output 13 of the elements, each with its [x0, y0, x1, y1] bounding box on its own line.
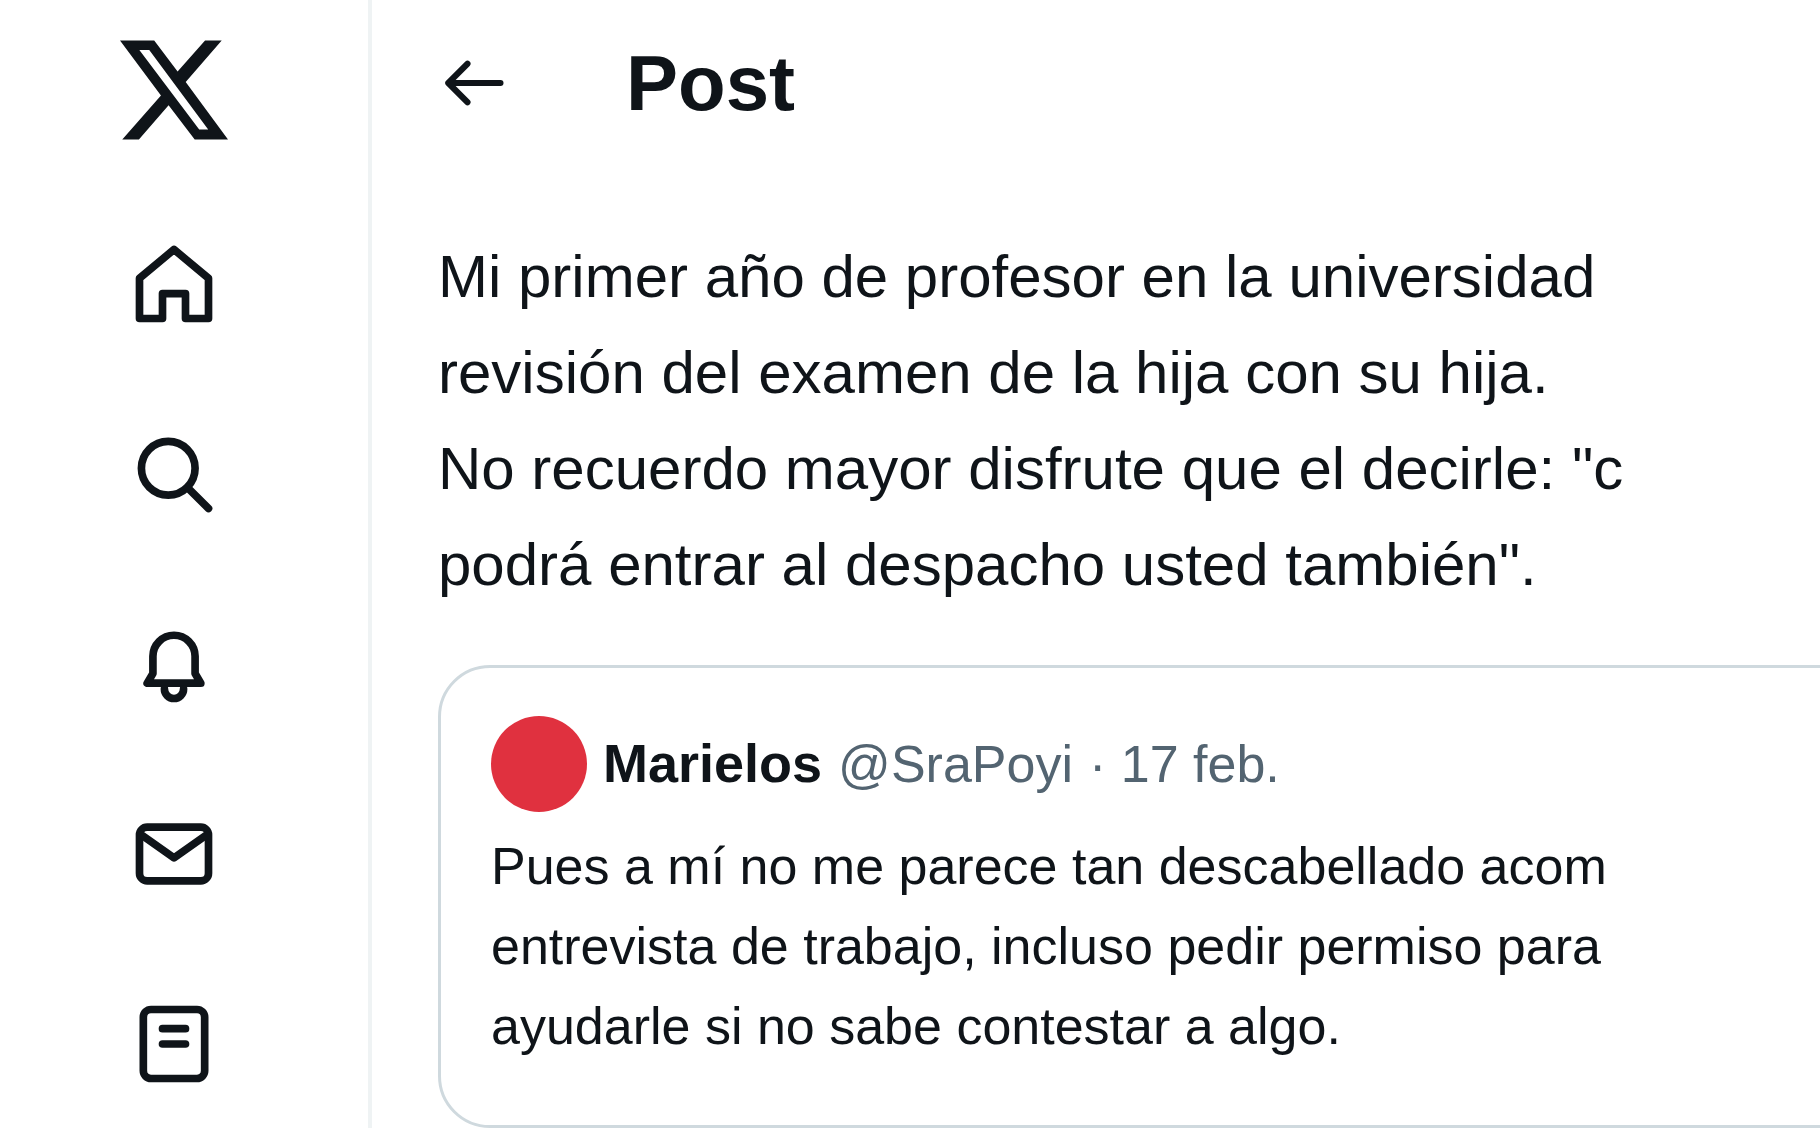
quoted-text-line: entrevista de trabajo, incluso pedir permiso para: [491, 915, 1602, 977]
quoted-text-line: ayudarle si no sabe contestar a algo.: [491, 995, 1342, 1057]
quoted-post-card[interactable]: Marielos @SraPoyi · 17 feb. Pues a mí no me parece tan descabellado acom entrevista de trabajo, incluso pedir permiso para ayudarle si no sabe contestar a algo.: [438, 664, 1820, 1128]
post-text-line: Mi primer año de profesor en la universidad: [438, 241, 1597, 312]
post-date[interactable]: · 17 feb.: [1088, 724, 1280, 803]
x-logo-icon[interactable]: [120, 40, 228, 140]
post-text-line: podrá entrar al despacho usted también".: [438, 529, 1538, 600]
author-handle[interactable]: @SraPoyi: [838, 724, 1073, 803]
author-name[interactable]: Marielos: [603, 723, 823, 805]
header-title: Post: [626, 37, 796, 129]
post-text-line: revisión del examen de la hija con su hija.: [438, 337, 1550, 408]
quoted-text-line: Pues a mí no me parece tan descabellado acom: [491, 835, 1608, 897]
post-text-line: No recuerdo mayor disfrute que el decirle: "c: [438, 433, 1625, 504]
